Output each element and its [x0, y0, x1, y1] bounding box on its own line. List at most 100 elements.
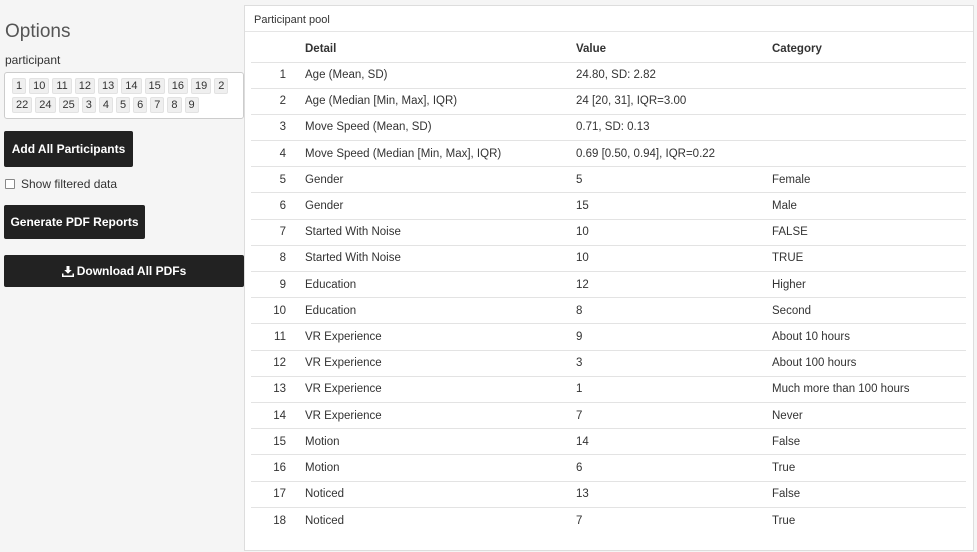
row-category: True [753, 454, 966, 481]
row-value: 8 [557, 297, 753, 324]
table-row: 15 Motion 14 False [251, 428, 966, 455]
table-row: 16 Motion 6 True [251, 454, 966, 481]
row-category: Female [753, 166, 966, 193]
row-index: 18 [251, 506, 286, 534]
table-row: 13 VR Experience 1 Much more than 100 hours [251, 375, 966, 403]
table-body: 1 Age (Mean, SD) 24.80, SD: 2.82 2 Age (Medi… [251, 61, 966, 534]
generate-pdf-reports-button[interactable]: Generate PDF Reports [4, 205, 145, 239]
row-value: 24.80, SD: 2.82 [557, 61, 753, 89]
table-row: 5 Gender 5 Female [251, 166, 966, 193]
row-category: About 10 hours [753, 323, 966, 351]
table-row: 12 VR Experience 3 About 100 hours [251, 349, 966, 377]
row-detail: Motion [286, 428, 557, 455]
participant-pool-panel: Participant pool Detail Value Category 1… [244, 5, 974, 551]
row-index: 3 [251, 113, 286, 141]
table-row: 11 VR Experience 9 About 10 hours [251, 323, 966, 351]
participant-tag[interactable]: 16 [167, 78, 189, 94]
participant-tag[interactable]: 12 [74, 78, 96, 94]
row-index: 9 [251, 270, 286, 298]
row-value: 13 [557, 480, 753, 508]
row-category [753, 61, 966, 89]
row-detail: Started With Noise [286, 244, 557, 272]
table-header-row: Detail Value Category [251, 37, 966, 62]
add-all-label: Add All Participants [11, 142, 126, 156]
row-value: 15 [557, 192, 753, 220]
row-index: 15 [251, 428, 286, 455]
row-detail: Noticed [286, 480, 557, 508]
participant-tag[interactable]: 1 [12, 78, 27, 94]
table-row: 18 Noticed 7 True [251, 506, 966, 534]
table-row: 7 Started With Noise 10 FALSE [251, 218, 966, 246]
table-row: 14 VR Experience 7 Never [251, 401, 966, 429]
row-value: 3 [557, 349, 753, 377]
participant-tag[interactable]: 25 [58, 97, 79, 113]
participant-tag[interactable]: 15 [144, 78, 165, 94]
row-category: False [753, 428, 966, 455]
row-value: 7 [557, 401, 753, 429]
row-index: 16 [251, 454, 286, 481]
participant-tag[interactable]: 4 [98, 97, 113, 113]
row-category: Second [753, 297, 966, 324]
participant-tag[interactable]: 19 [191, 78, 212, 94]
participant-tag[interactable]: 2 [214, 78, 229, 94]
row-index: 7 [251, 218, 286, 246]
row-category: TRUE [753, 244, 966, 272]
row-detail: Motion [286, 454, 557, 481]
participant-tag[interactable]: 6 [133, 97, 148, 113]
column-header-detail: Detail [305, 43, 337, 56]
download-all-pdfs-button[interactable]: Download All PDFs [4, 255, 244, 287]
participant-tag[interactable]: 8 [167, 97, 182, 113]
participant-select[interactable]: 1 10 11 12 13 14 15 16 19 2 22 24 25 3 4 5 6 7 8 9 [4, 72, 244, 119]
participant-tags: 1 10 11 12 13 14 15 16 19 2 22 24 25 3 4 5 6 7 8 9 [12, 78, 239, 113]
row-category [753, 87, 966, 115]
table-row: 1 Age (Mean, SD) 24.80, SD: 2.82 [251, 61, 966, 89]
participant-tag[interactable]: 13 [98, 78, 119, 94]
generate-label: Generate PDF Reports [10, 215, 139, 229]
row-value: 24 [20, 31], IQR=3.00 [557, 87, 753, 115]
row-category: FALSE [753, 218, 966, 246]
participant-tag[interactable]: 14 [121, 78, 142, 94]
row-detail: Noticed [286, 506, 557, 534]
participant-tag[interactable]: 7 [150, 97, 165, 113]
table-row: 2 Age (Median [Min, Max], IQR) 24 [20, 31]… [251, 87, 966, 115]
row-value: 7 [557, 506, 753, 534]
row-index: 12 [251, 349, 286, 377]
row-detail: Gender [286, 192, 557, 220]
row-category: Higher [753, 270, 966, 298]
row-detail: VR Experience [286, 323, 557, 351]
panel-title: Participant pool [254, 14, 330, 26]
row-value: 1 [557, 375, 753, 403]
participant-tag[interactable]: 11 [52, 78, 72, 94]
participant-tag[interactable]: 24 [35, 97, 56, 113]
row-value: 12 [557, 270, 753, 298]
participant-tag[interactable]: 10 [29, 78, 50, 94]
row-index: 13 [251, 375, 286, 403]
row-index: 14 [251, 401, 286, 429]
column-header-value: Value [576, 43, 607, 56]
show-filtered-toggle[interactable]: Show filtered data [5, 177, 117, 191]
row-detail: Started With Noise [286, 218, 557, 246]
add-all-participants-button[interactable]: Add All Participants [4, 131, 133, 167]
row-detail: VR Experience [286, 349, 557, 377]
row-category: Never [753, 401, 966, 429]
download-icon [61, 265, 74, 277]
table-row: 3 Move Speed (Mean, SD) 0.71, SD: 0.13 [251, 113, 966, 141]
participant-tag[interactable]: 9 [184, 97, 199, 113]
row-detail: VR Experience [286, 401, 557, 429]
participant-tag[interactable]: 22 [12, 97, 33, 113]
sidebar: Options participant 1 10 11 12 13 14 15 16 19 2 22… [0, 0, 244, 552]
table-row: 10 Education 8 Second [251, 297, 966, 324]
row-index: 2 [251, 87, 286, 115]
participant-tag[interactable]: 5 [116, 97, 131, 113]
table-row: 9 Education 12 Higher [251, 270, 966, 298]
row-detail: Move Speed (Mean, SD) [286, 113, 557, 141]
show-filtered-checkbox[interactable] [5, 179, 15, 189]
table-row: 4 Move Speed (Median [Min, Max], IQR) 0.69… [251, 140, 966, 167]
participant-tag[interactable]: 3 [81, 97, 96, 113]
options-title: Options [5, 21, 71, 42]
row-value: 14 [557, 428, 753, 455]
participant-pool-table: Detail Value Category 1 Age (Mean, SD) 24.… [251, 37, 966, 534]
column-header-index [251, 37, 286, 62]
column-header-category: Category [772, 43, 822, 56]
row-detail: Age (Mean, SD) [286, 61, 557, 89]
